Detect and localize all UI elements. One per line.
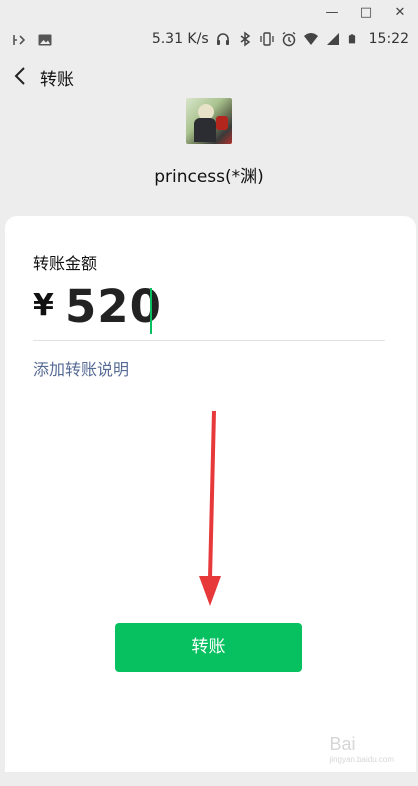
page-title: 转账 bbox=[40, 70, 74, 90]
network-speed: 5.31 K/s bbox=[151, 31, 209, 47]
status-bar: 5.31 K/s 15:22 bbox=[0, 26, 418, 54]
close-button[interactable]: ✕ bbox=[391, 5, 409, 21]
cell-signal-icon bbox=[326, 33, 339, 45]
amount-input[interactable]: ¥ 520 bbox=[33, 280, 385, 341]
back-arrow-icon[interactable] bbox=[12, 65, 32, 87]
battery-icon bbox=[348, 34, 355, 44]
transfer-button[interactable]: 转账 bbox=[115, 623, 302, 672]
headphones-icon bbox=[216, 33, 229, 45]
signal-indicator-icon bbox=[13, 35, 26, 45]
vibrate-icon bbox=[259, 32, 274, 46]
recipient-name: princess(*渊) bbox=[154, 167, 264, 187]
minimize-button[interactable]: — bbox=[323, 5, 341, 21]
watermark-url: jingyan.baidu.com bbox=[329, 755, 394, 764]
watermark-brand: Bai bbox=[329, 734, 356, 754]
add-transfer-note-link[interactable]: 添加转账说明 bbox=[33, 356, 129, 380]
currency-symbol: ¥ bbox=[33, 288, 54, 323]
baidu-watermark: Bai jingyan.baidu.com bbox=[330, 734, 394, 764]
transfer-card: 转账金额 ¥ 520 添加转账说明 转账 bbox=[5, 216, 416, 772]
bottom-strip bbox=[0, 772, 418, 786]
red-arrow-annotation bbox=[199, 411, 221, 606]
window-title-bar: — □ ✕ bbox=[0, 0, 418, 26]
clock: 15:22 bbox=[368, 31, 409, 47]
bluetooth-icon bbox=[240, 31, 250, 47]
image-icon bbox=[38, 34, 52, 46]
recipient-avatar bbox=[186, 98, 232, 144]
text-cursor bbox=[150, 288, 152, 334]
maximize-button[interactable]: □ bbox=[357, 5, 375, 21]
wifi-icon bbox=[303, 33, 318, 45]
amount-value[interactable]: 520 bbox=[65, 280, 162, 333]
nav-bar: 转账 bbox=[0, 54, 418, 98]
amount-label: 转账金额 bbox=[33, 254, 98, 273]
alarm-icon bbox=[282, 31, 296, 47]
